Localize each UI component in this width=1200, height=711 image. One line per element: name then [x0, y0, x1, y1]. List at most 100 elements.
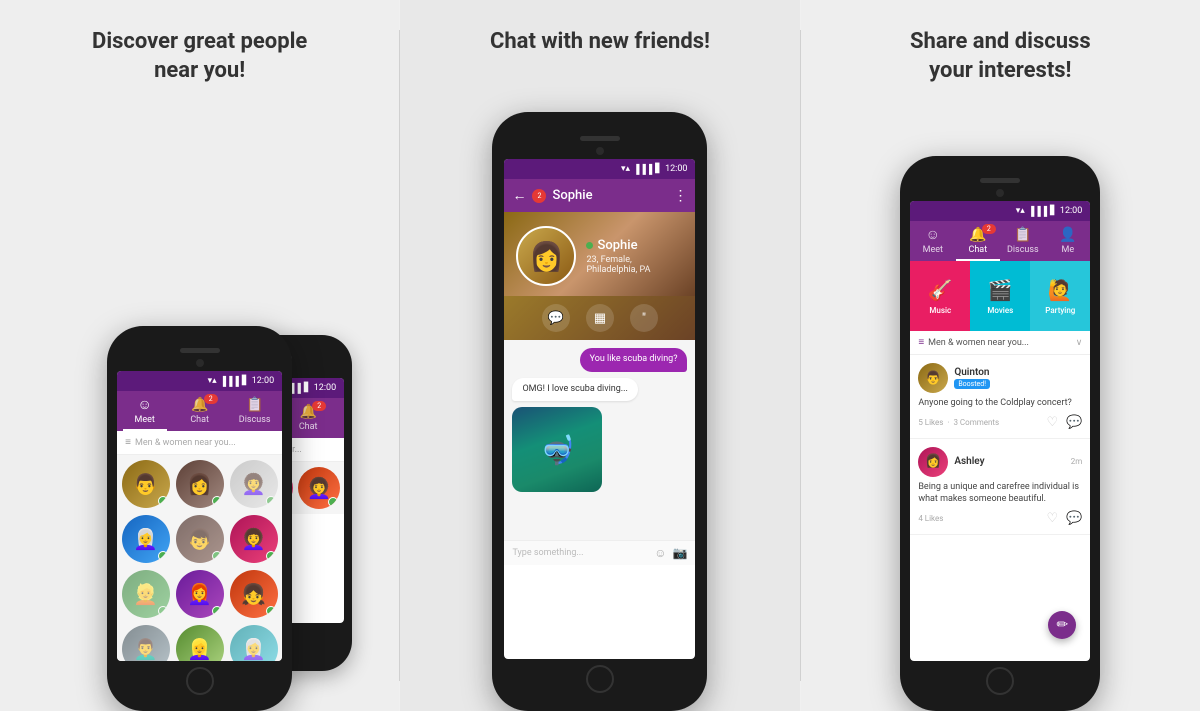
filter-icon: ≡: [918, 337, 924, 348]
nav-discuss-1[interactable]: 📋 Discuss: [233, 397, 277, 425]
person-10[interactable]: 👨‍🦱: [122, 625, 170, 661]
panel-discuss: Share and discussyour interests! ▾▴ ▐▐▐ …: [801, 0, 1200, 711]
person-12[interactable]: 👩‍🦳: [230, 625, 278, 661]
quote-action-icon[interactable]: ": [630, 304, 658, 332]
nav-bar-1: ☺ Meet 🔔 Chat 2 📋 Discuss: [117, 391, 282, 431]
time-1: 12:00: [252, 376, 274, 386]
phones-wrapper-2: ▾▴ ▐▐▐ ▋ 12:00 ← 2 Sophie ⋮ 👩: [492, 77, 707, 711]
screen-1: ▾▴ ▐▐▐ ▋ 12:00 ☺ Meet 🔔 Chat: [117, 371, 282, 661]
post-avatar-ashley[interactable]: 👩: [918, 447, 948, 477]
interest-movies[interactable]: 🎬 Movies: [970, 261, 1030, 331]
person-5[interactable]: 👦: [176, 515, 224, 563]
partying-icon: 🙋: [1048, 278, 1073, 302]
post-actions-ashley: 4 Likes ♡ 💬: [918, 511, 1082, 526]
emoji-icon[interactable]: ☺: [654, 546, 666, 560]
nav-discuss-3[interactable]: 📋 Discuss: [1001, 227, 1045, 255]
person-3[interactable]: 👩‍🦱: [230, 460, 278, 508]
like-icon-ashley[interactable]: ♡: [1046, 511, 1058, 526]
status-icons-3: ▾▴ ▐▐▐ ▋ 12:00: [1016, 206, 1083, 217]
battery-icon-2: ▋: [655, 164, 662, 174]
post-likes-ashley: 4 Likes: [918, 514, 943, 523]
person-2[interactable]: 👩: [176, 460, 224, 508]
nav-underline-1: [123, 429, 167, 431]
post-badge-quinton: Boosted!: [954, 379, 990, 389]
camera-1: [196, 359, 204, 367]
nav-meet-label-3: Meet: [923, 245, 943, 255]
nav-chat-back[interactable]: 🔔 Chat 2: [286, 404, 330, 432]
nav-me-3[interactable]: 👤 Me: [1046, 227, 1090, 255]
avatar-b3[interactable]: 👩‍🦱: [298, 467, 340, 509]
person-4[interactable]: 👩‍🦳: [122, 515, 170, 563]
nav-underline-3: [956, 259, 1000, 261]
person-7[interactable]: 👱: [122, 570, 170, 618]
home-button-3[interactable]: [986, 667, 1014, 695]
post-comments-quinton: 3 Comments: [953, 418, 999, 427]
post-content-ashley: Being a unique and carefree individual i…: [918, 481, 1082, 506]
me-icon-3: 👤: [1059, 227, 1076, 243]
status-bar-2: ▾▴ ▐▐▐ ▋ 12:00: [504, 159, 695, 179]
status-bar-1: ▾▴ ▐▐▐ ▋ 12:00: [117, 371, 282, 391]
post-author-info-ashley: Ashley: [954, 456, 984, 467]
post-author-info-quinton: Quinton Boosted!: [954, 367, 990, 389]
screen-3: ▾▴ ▐▐▐ ▋ 12:00 ☺ Meet 🔔 Chat 2: [910, 201, 1090, 661]
comment-icon-ashley[interactable]: 💬: [1066, 511, 1082, 526]
back-button[interactable]: ←: [512, 187, 526, 204]
profile-avatar[interactable]: 👩: [516, 226, 576, 286]
nav-chat-3[interactable]: 🔔 Chat 2: [956, 227, 1000, 255]
status-icons-1: ▾▴ ▐▐▐ ▋ 12:00: [208, 376, 275, 387]
post-header-ashley: 👩 Ashley 2m: [918, 447, 1082, 477]
discuss-icon-1: 📋: [246, 397, 263, 413]
nav-meet-3[interactable]: ☺ Meet: [911, 226, 955, 255]
time-3: 12:00: [1060, 206, 1082, 216]
battery-icon-1: ▋: [242, 376, 249, 386]
battery-icon-back: ▋: [304, 383, 311, 393]
signal-icon-1: ▐▐▐: [220, 376, 239, 387]
nav-chat-label-1: Chat: [190, 415, 209, 425]
camera-icon[interactable]: 📷: [673, 546, 688, 560]
chat-header: ← 2 Sophie ⋮: [504, 179, 695, 212]
more-button[interactable]: ⋮: [673, 188, 687, 204]
meet-icon-3: ☺: [926, 226, 940, 243]
person-9[interactable]: 👧: [230, 570, 278, 618]
nav-bar-3: ☺ Meet 🔔 Chat 2 📋 Discuss 👤: [910, 221, 1090, 261]
chat-input-bar[interactable]: Type something... ☺ 📷: [504, 540, 695, 565]
header-badge: 2: [532, 189, 546, 203]
comment-icon-quinton[interactable]: 💬: [1066, 415, 1082, 430]
camera-2: [596, 147, 604, 155]
person-1[interactable]: 👨: [122, 460, 170, 508]
nav-me-label-3: Me: [1061, 245, 1074, 255]
search-icon-1: ≡: [125, 437, 131, 448]
post-avatar-quinton[interactable]: 👨: [918, 363, 948, 393]
person-8[interactable]: 👩‍🦰: [176, 570, 224, 618]
post-stats-quinton: 5 Likes · 3 Comments: [918, 418, 1038, 427]
search-bar-1[interactable]: ≡ Men & women near you...: [117, 431, 282, 455]
chat-header-name: Sophie: [552, 188, 667, 203]
person-11[interactable]: 👱‍♀: [176, 625, 224, 661]
person-6[interactable]: 👩‍🦱: [230, 515, 278, 563]
chat-badge-3: 2: [982, 224, 996, 234]
gallery-action-icon[interactable]: ▦: [586, 304, 614, 332]
nav-chat-1[interactable]: 🔔 Chat 2: [178, 397, 222, 425]
partying-label: Partying: [1045, 306, 1075, 315]
home-button-1[interactable]: [186, 667, 214, 695]
message-received: OMG! I love scuba diving...: [512, 378, 637, 402]
chat-action-icon[interactable]: 💬: [542, 304, 570, 332]
filter-arrow: ∨: [1076, 338, 1083, 348]
profile-details: 23, Female, Philadelphia, PA: [586, 255, 683, 275]
interest-music[interactable]: 🎸 Music: [910, 261, 970, 331]
phone-top-3: [910, 172, 1090, 201]
post-likes-quinton: 5 Likes: [918, 418, 943, 427]
panel2-title: Chat with new friends!: [490, 28, 710, 57]
home-button-2[interactable]: [586, 665, 614, 693]
chat-input[interactable]: Type something...: [512, 548, 648, 558]
interest-partying[interactable]: 🙋 Partying: [1030, 261, 1090, 331]
status-icons-2: ▾▴ ▐▐▐ ▋ 12:00: [621, 164, 688, 175]
filter-bar[interactable]: ≡ Men & women near you... ∨: [910, 331, 1090, 355]
fab-button[interactable]: ✏: [1048, 611, 1076, 639]
wifi-icon-3: ▾▴: [1016, 206, 1025, 216]
nav-meet-1[interactable]: ☺ Meet: [123, 396, 167, 425]
nav-meet-label-1: Meet: [134, 415, 154, 425]
panel-chat: Chat with new friends! ▾▴ ▐▐▐ ▋ 12:00 ←: [400, 0, 799, 711]
signal-icon-2: ▐▐▐: [633, 164, 652, 175]
like-icon-quinton[interactable]: ♡: [1046, 415, 1058, 430]
